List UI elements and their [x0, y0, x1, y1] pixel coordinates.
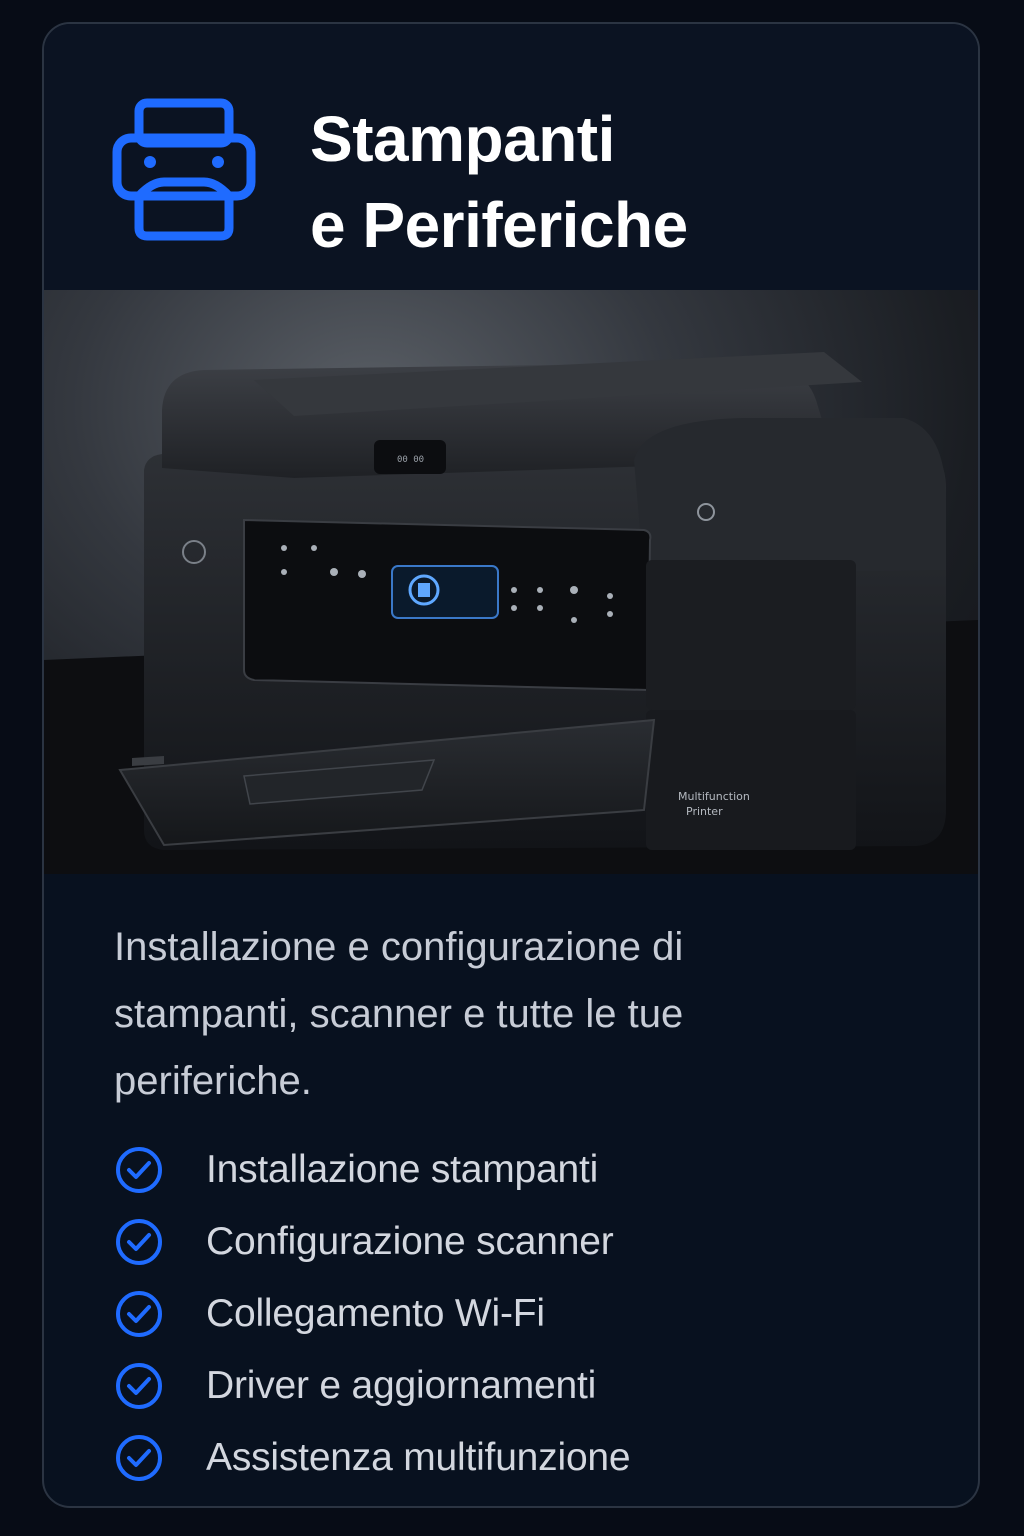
multifunction-printer-photo: 00 00 Multifunction Printer: [44, 290, 978, 874]
feature-list: Installazione stampanti Configurazione s…: [114, 1134, 631, 1494]
feature-item: Configurazione scanner: [114, 1206, 630, 1278]
feature-label: Configurazione scanner: [206, 1220, 614, 1263]
check-circle-icon: [116, 1291, 162, 1337]
printer-label-line2: Printer: [686, 805, 723, 818]
feature-item: Collegamento Wi-Fi: [114, 1278, 630, 1350]
feature-item: Assistenza multifunzione: [114, 1422, 631, 1494]
feature-label: Driver e aggiornamenti: [206, 1364, 597, 1407]
feature-label: Installazione stampanti: [206, 1148, 599, 1191]
card-title: Stampanti e Periferiche: [310, 96, 688, 268]
card-header: Stampanti e Periferiche: [44, 24, 978, 290]
printer-label-line1: Multifunction: [678, 790, 750, 803]
printer-icon: [112, 98, 256, 241]
check-circle-icon: [116, 1363, 162, 1409]
service-card: Stampanti e Periferiche 00 00 Multifunct…: [42, 22, 980, 1508]
feature-item: Installazione stampanti: [114, 1134, 630, 1206]
check-circle-icon: [116, 1219, 162, 1265]
printer-illustration: 00 00 Multifunction Printer: [44, 352, 978, 874]
title-line-2: e Periferiche: [310, 189, 688, 261]
description: Installazione e configurazione di stampa…: [114, 925, 684, 1103]
check-circle-icon: [116, 1147, 162, 1193]
feature-label: Collegamento Wi-Fi: [206, 1292, 545, 1335]
check-circle-icon: [116, 1435, 162, 1481]
title-line-1: Stampanti: [310, 103, 615, 175]
feature-label: Assistenza multifunzione: [206, 1436, 631, 1479]
svg-text:00 00: 00 00: [397, 455, 424, 465]
feature-item: Driver e aggiornamenti: [114, 1350, 630, 1422]
